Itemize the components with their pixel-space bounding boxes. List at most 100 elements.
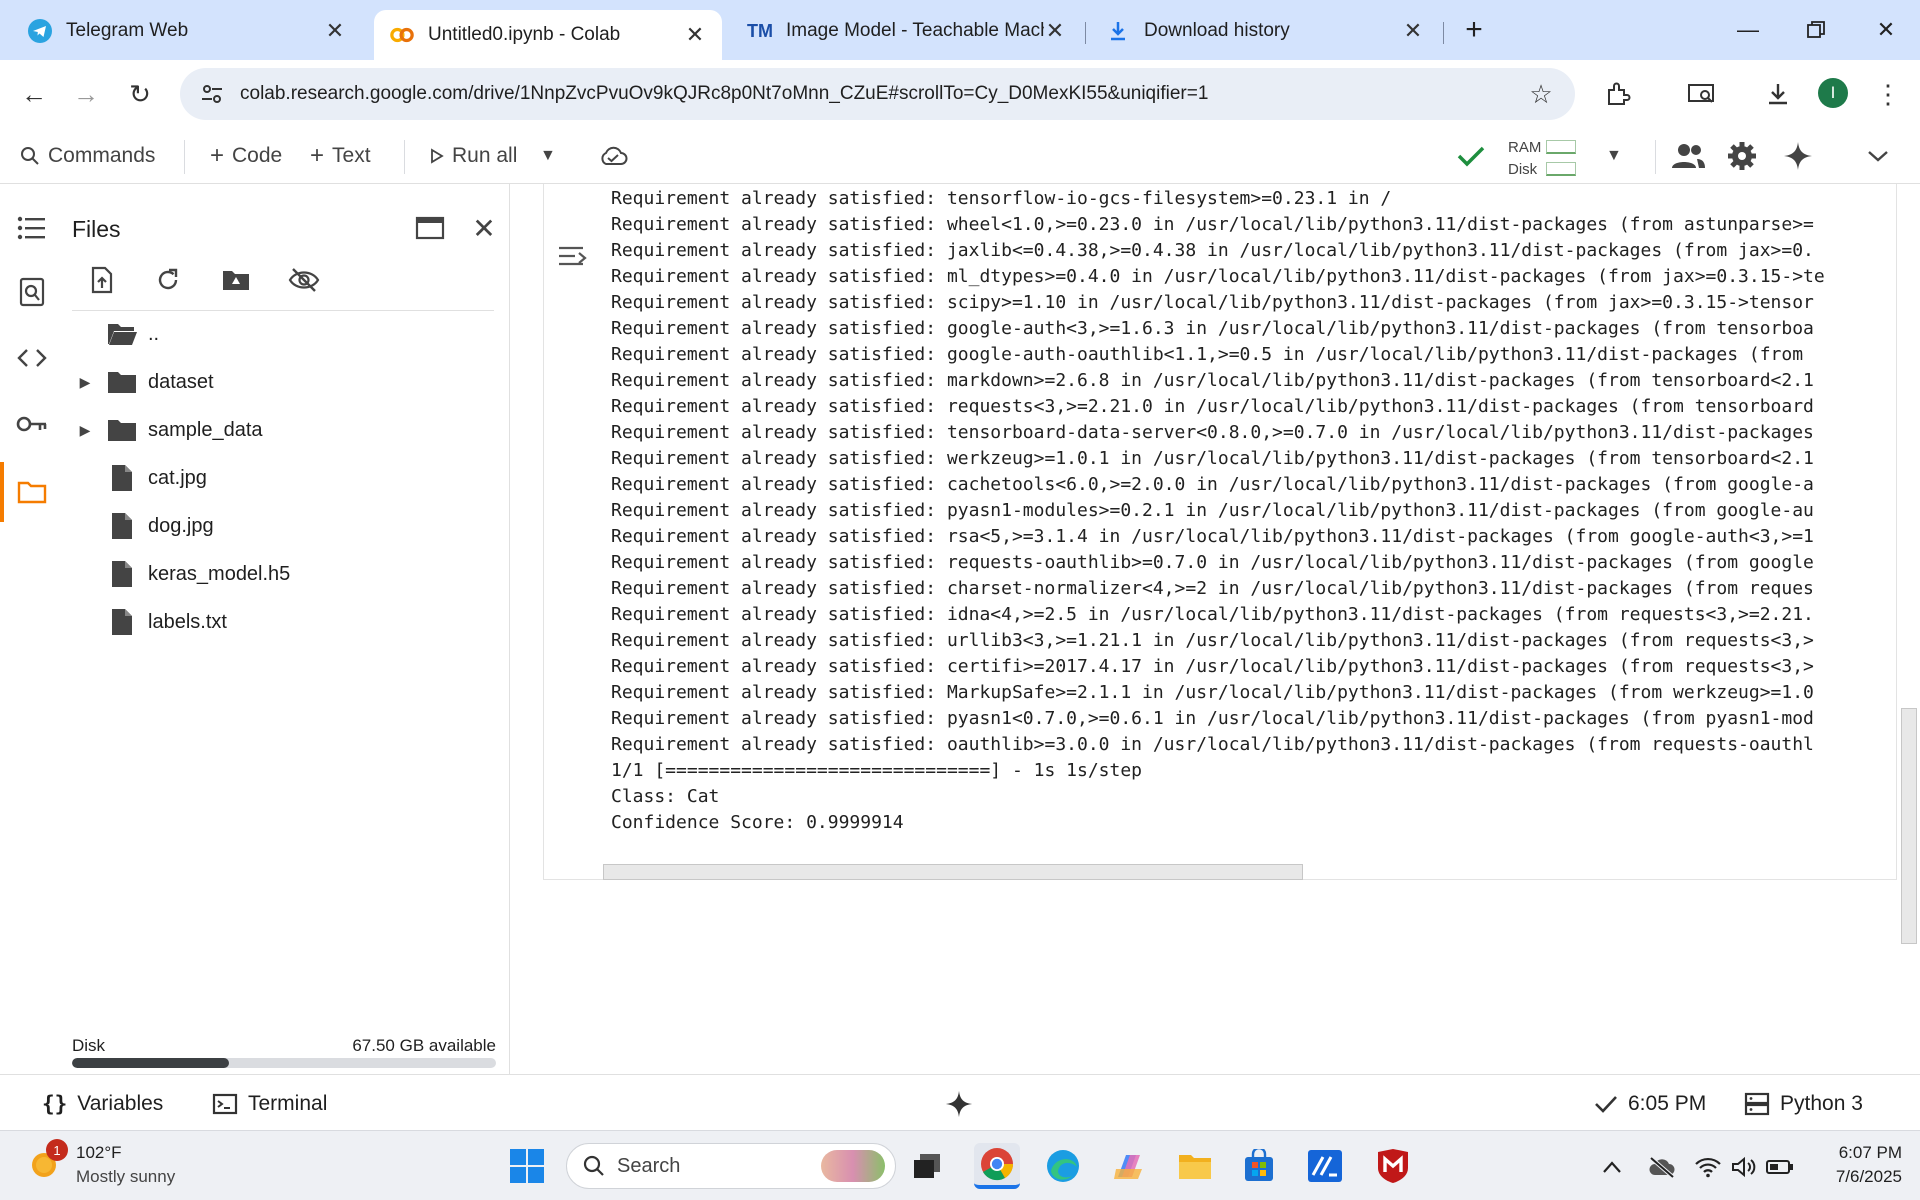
connected-check-icon[interactable] [1456, 138, 1486, 174]
tab-teachable-machine[interactable]: TM Image Model - Teachable Mach ✕ [732, 10, 1082, 52]
open-in-tab-icon[interactable] [410, 208, 450, 248]
output-line: Requirement already satisfied: scipy>=1.… [611, 292, 1814, 313]
telegram-icon [28, 19, 52, 43]
battery-icon[interactable] [1766, 1153, 1794, 1181]
file-tree-item-sample-data[interactable]: ▶ sample_data [64, 410, 263, 450]
app-taskbar-icon[interactable] [1302, 1143, 1348, 1189]
windows-start-icon[interactable] [504, 1143, 550, 1189]
tab-close-icon[interactable]: ✕ [1402, 18, 1424, 43]
upload-file-icon[interactable] [82, 260, 122, 300]
clock-date[interactable]: 7/6/2025 [1802, 1167, 1902, 1187]
profile-avatar[interactable]: I [1818, 78, 1848, 108]
mcafee-taskbar-icon[interactable] [1370, 1143, 1416, 1189]
file-explorer-taskbar-icon[interactable] [1172, 1143, 1218, 1189]
expand-arrow-icon[interactable]: ▶ [70, 422, 100, 439]
copilot-taskbar-icon[interactable] [1106, 1143, 1152, 1189]
minimize-button[interactable]: — [1720, 8, 1776, 52]
hide-files-icon[interactable] [284, 260, 324, 300]
new-tab-button[interactable]: + [1446, 8, 1502, 52]
mount-drive-icon[interactable] [216, 260, 256, 300]
file-tree-item-dog-jpg[interactable]: dog.jpg [64, 506, 214, 546]
share-people-icon[interactable] [1670, 138, 1706, 174]
file-tree-item-keras-model[interactable]: keras_model.h5 [64, 554, 290, 594]
output-line: Requirement already satisfied: oauthlib>… [611, 734, 1814, 755]
cloud-save-icon[interactable] [598, 138, 628, 174]
file-tree-item-dataset[interactable]: ▶ dataset [64, 362, 214, 402]
gemini-status-icon[interactable] [944, 1089, 974, 1119]
tab-close-icon[interactable]: ✕ [1044, 18, 1066, 43]
task-view-icon[interactable] [904, 1143, 950, 1189]
file-tree-label: cat.jpg [148, 466, 207, 489]
run-all-button[interactable]: Run all [430, 138, 517, 174]
weather-temperature[interactable]: 102°F [76, 1143, 122, 1163]
secrets-key-icon[interactable] [12, 404, 52, 444]
clock-time[interactable]: 6:07 PM [1802, 1143, 1902, 1163]
output-line: Requirement already satisfied: urllib3<3… [611, 630, 1814, 651]
extensions-icon[interactable] [1596, 72, 1640, 116]
tab-close-icon[interactable]: ✕ [684, 22, 706, 47]
chrome-taskbar-icon[interactable] [974, 1143, 1020, 1189]
url-text: colab.research.google.com/drive/1NnpZvcP… [240, 83, 1209, 104]
terminal-button[interactable]: Terminal [212, 1089, 327, 1119]
output-line: Requirement already satisfied: markdown>… [611, 370, 1814, 391]
file-tree-item-parent[interactable]: .. [64, 314, 159, 354]
forward-button[interactable]: → [66, 74, 106, 114]
tab-telegram-web[interactable]: Telegram Web ✕ [12, 10, 362, 52]
reload-button[interactable]: ↻ [120, 74, 160, 114]
code-snippets-icon[interactable] [12, 338, 52, 378]
output-line: Requirement already satisfied: werkzeug>… [611, 448, 1814, 469]
microsoft-store-taskbar-icon[interactable] [1236, 1143, 1282, 1189]
browser-menu-icon[interactable]: ⋮ [1866, 72, 1910, 116]
volume-icon[interactable] [1730, 1153, 1758, 1181]
tab-close-icon[interactable]: ✕ [324, 18, 346, 43]
add-text-button[interactable]: + Text [310, 138, 371, 174]
close-panel-icon[interactable]: ✕ [464, 208, 504, 248]
output-horizontal-scrollbar[interactable] [603, 862, 1897, 880]
tab-colab[interactable]: Untitled0.ipynb - Colab ✕ [374, 10, 722, 60]
downloads-icon[interactable] [1756, 72, 1800, 116]
show-hidden-icons-icon[interactable] [1598, 1153, 1626, 1181]
file-tree-item-cat-jpg[interactable]: cat.jpg [64, 458, 207, 498]
close-window-button[interactable]: ✕ [1858, 8, 1914, 52]
file-tree-item-labels-txt[interactable]: labels.txt [64, 602, 227, 642]
execution-status[interactable]: 6:05 PM [1594, 1089, 1706, 1119]
refresh-icon[interactable] [148, 260, 188, 300]
add-code-button[interactable]: + Code [210, 138, 282, 174]
settings-gear-icon[interactable] [1726, 138, 1758, 174]
search-label: Search [617, 1154, 681, 1177]
scrollbar-thumb[interactable] [603, 864, 1303, 880]
wifi-icon[interactable] [1694, 1153, 1722, 1181]
tab-download-history[interactable]: Download history ✕ [1090, 10, 1440, 52]
address-bar[interactable]: colab.research.google.com/drive/1NnpZvcP… [180, 68, 1575, 120]
output-actions-icon[interactable] [555, 240, 591, 276]
expand-arrow-icon[interactable]: ▶ [70, 374, 100, 391]
weather-description[interactable]: Mostly sunny [76, 1167, 175, 1187]
disk-meter [1546, 162, 1576, 176]
runtime-button[interactable]: Python 3 [1744, 1089, 1863, 1119]
file-tree-label: .. [148, 322, 160, 345]
taskbar-search-box[interactable]: Search [566, 1143, 896, 1189]
commands-button[interactable]: Commands [20, 138, 155, 174]
restore-button[interactable] [1788, 8, 1844, 52]
output-line: Requirement already satisfied: requests<… [611, 396, 1814, 417]
output-line: Requirement already satisfied: charset-n… [611, 578, 1814, 599]
resources-dropdown-icon[interactable]: ▼ [1606, 138, 1622, 174]
onedrive-offline-icon[interactable] [1648, 1153, 1676, 1181]
files-folder-icon[interactable] [12, 472, 52, 512]
resource-monitor[interactable]: RAM Disk [1508, 136, 1578, 180]
edge-taskbar-icon[interactable] [1040, 1143, 1086, 1189]
cast-search-icon[interactable] [1674, 72, 1730, 116]
back-button[interactable]: ← [14, 74, 54, 114]
gemini-icon[interactable] [1782, 138, 1814, 174]
play-icon [430, 148, 444, 164]
variables-button[interactable]: {} Variables [42, 1089, 163, 1119]
table-of-contents-icon[interactable] [12, 208, 52, 248]
find-replace-icon[interactable] [12, 272, 52, 312]
tab-title: Image Model - Teachable Mach [786, 20, 1044, 41]
site-info-icon[interactable] [200, 82, 224, 106]
run-all-dropdown-icon[interactable]: ▼ [540, 138, 556, 174]
colab-icon [390, 23, 414, 47]
notebook-vertical-scrollbar[interactable] [1901, 708, 1917, 944]
collapse-header-icon[interactable] [1866, 138, 1890, 174]
bookmark-star-icon[interactable]: ☆ [1527, 79, 1555, 109]
